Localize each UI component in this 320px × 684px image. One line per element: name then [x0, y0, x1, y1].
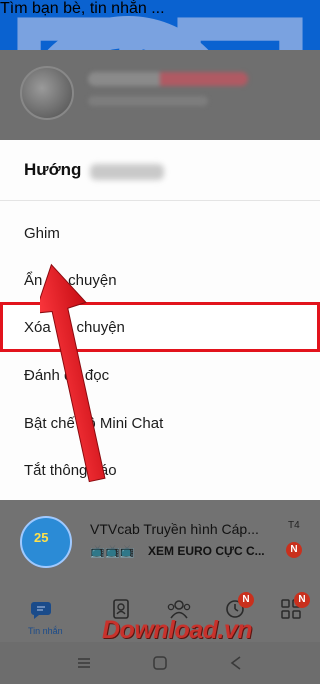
conversation-preview: XEM EURO CỰC C... [148, 544, 265, 558]
watermark: Download.vn [102, 616, 253, 644]
menu-item-pin[interactable]: Ghim [24, 225, 60, 242]
back-icon[interactable] [228, 655, 244, 671]
home-icon[interactable] [152, 655, 168, 671]
red-arrow-annotation [40, 263, 106, 483]
divider [0, 200, 320, 201]
sheet-title: Hướng [24, 160, 82, 179]
timeline-badge: N [238, 592, 254, 608]
blurred-preview [88, 96, 208, 106]
recent-apps-icon[interactable] [76, 655, 92, 671]
conversation-name: VTVcab Truyền hình Cáp... [90, 521, 259, 537]
messages-tab-label: Tin nhắn [28, 626, 63, 636]
blurred-name [88, 72, 248, 86]
avatar [20, 66, 74, 120]
blurred-title-text [90, 164, 164, 180]
new-badge: N [286, 542, 302, 558]
avatar-text: 25 [34, 530, 49, 545]
more-badge: N [294, 592, 310, 608]
conversation-time: T4 [288, 520, 300, 531]
tv-icon: 📺📺📺 [90, 544, 135, 558]
messages-icon[interactable] [30, 598, 52, 620]
